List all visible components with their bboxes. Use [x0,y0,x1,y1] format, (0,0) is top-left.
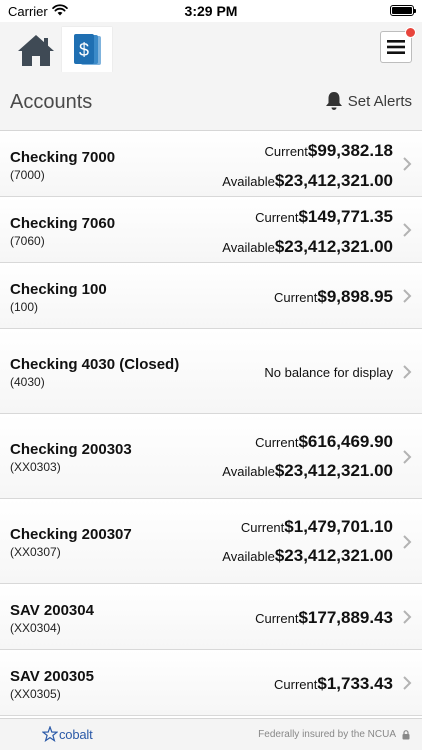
available-label: Available [222,464,275,479]
top-nav: $ [0,22,422,72]
available-label: Available [222,240,275,255]
account-name: Checking 200303 [10,441,132,458]
account-row[interactable]: Checking 200303 (XX0303) Current$616,469… [0,414,422,499]
account-number: (XX0304) [10,621,61,635]
account-list: Checking 7000 (7000) Current$99,382.18 A… [0,131,422,716]
svg-text:$: $ [79,40,89,60]
battery-icon [390,5,416,16]
current-label: Current [264,144,308,159]
nav-accounts-tab[interactable]: $ [62,27,112,72]
hamburger-menu-icon [387,40,405,54]
account-name: SAV 200305 [10,668,94,685]
available-label: Available [222,174,275,189]
account-number: (XX0305) [10,687,61,701]
account-number: (XX0307) [10,545,61,559]
account-number: (4030) [10,375,45,389]
page-title: Accounts [10,91,93,113]
current-balance: Current$177,889.43 [255,608,393,628]
status-time: 3:29 PM [184,3,238,19]
account-number: (XX0303) [10,460,61,474]
account-name: Checking 100 [10,281,107,298]
cobalt-logo: cobalt [42,726,93,742]
set-alerts-button[interactable]: Set Alerts [325,91,412,111]
account-name: SAV 200304 [10,602,94,619]
available-label: Available [222,549,275,564]
chevron-right-icon [403,450,412,464]
set-alerts-label: Set Alerts [347,92,412,110]
current-label: Current [255,435,299,450]
account-row[interactable]: Checking 7000 (7000) Current$99,382.18 A… [0,131,422,197]
current-value: $616,469.90 [298,432,393,451]
star-icon [42,726,58,742]
bell-icon [325,92,342,110]
current-value: $149,771.35 [298,207,393,226]
account-name: Checking 4030 (Closed) [10,356,180,373]
current-balance: Current$616,469.90 [255,432,393,452]
current-label: Current [255,210,299,225]
chevron-right-icon [403,365,412,379]
current-balance: Current$1,733.43 [274,674,393,694]
account-number: (100) [10,300,39,314]
account-row[interactable]: SAV 200305 (XX0305) Current$1,733.43 [0,650,422,716]
nav-home-tab[interactable] [12,27,60,72]
available-value: $23,412,321.00 [274,546,393,565]
menu-button[interactable] [380,27,416,63]
ncua-notice: Federally insured by the NCUA [258,729,410,740]
account-number: (7000) [10,168,45,182]
account-row[interactable]: Checking 100 (100) Current$9,898.95 [0,263,422,329]
current-value: $177,889.43 [298,608,393,627]
no-balance-text: No balance for display [264,365,393,380]
account-row[interactable]: Checking 7060 (7060) Current$149,771.35 … [0,197,422,263]
account-row[interactable]: Checking 4030 (Closed) (4030) No balance… [0,329,422,414]
notification-badge [405,27,416,38]
accounts-dollar-icon: $ [74,33,101,65]
current-label: Current [240,520,285,535]
chevron-right-icon [403,289,412,303]
chevron-right-icon [403,610,412,624]
current-value: $1,733.43 [317,674,393,693]
available-balance: Available$23,412,321.00 [222,171,393,191]
account-row[interactable]: SAV 200304 (XX0304) Current$177,889.43 [0,584,422,650]
account-number: (7060) [10,234,45,248]
lock-icon [402,729,410,739]
available-value: $23,412,321.00 [274,237,393,256]
current-balance: Current$99,382.18 [265,141,393,161]
home-icon [18,34,54,66]
available-balance: Available$23,412,321.00 [222,237,393,257]
current-balance: Current$149,771.35 [255,207,393,227]
account-row[interactable]: Checking 200307 (XX0307) Current$1,479,7… [0,499,422,584]
current-balance: Current$1,479,701.10 [241,517,393,537]
available-value: $23,412,321.00 [274,461,393,480]
chevron-right-icon [403,535,412,549]
no-balance-message: No balance for display [264,364,393,382]
current-label: Current [255,611,299,626]
available-balance: Available$23,412,321.00 [222,461,393,481]
chevron-right-icon [403,223,412,237]
current-label: Current [274,677,318,692]
page-header: Accounts Set Alerts [0,72,422,131]
footer: cobalt Federally insured by the NCUA [0,718,422,750]
chevron-right-icon [403,676,412,690]
current-value: $99,382.18 [307,141,393,160]
account-name: Checking 7060 [10,215,116,232]
chevron-right-icon [403,157,412,171]
current-balance: Current$9,898.95 [274,287,393,307]
status-bar: Carrier 3:29 PM [0,0,422,22]
ncua-text: Federally insured by the NCUA [258,729,396,740]
available-value: $23,412,321.00 [274,171,393,190]
current-label: Current [274,290,318,305]
account-name: Checking 7000 [10,149,116,166]
account-name: Checking 200307 [10,526,132,543]
current-value: $1,479,701.10 [284,517,393,536]
current-value: $9,898.95 [317,287,393,306]
logo-text: cobalt [59,726,93,742]
available-balance: Available$23,412,321.00 [222,546,393,566]
